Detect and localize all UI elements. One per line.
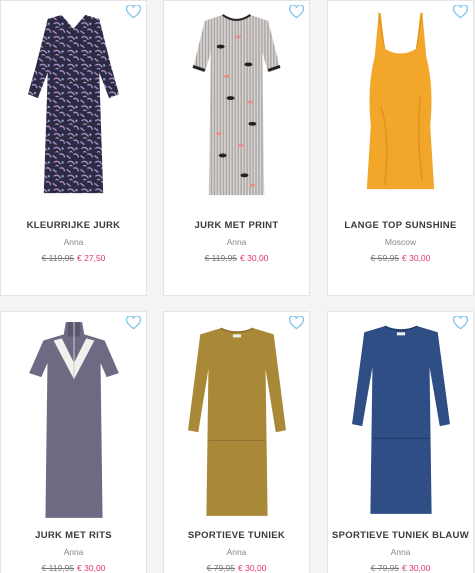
product-brand: Anna xyxy=(226,237,247,247)
product-image[interactable] xyxy=(1,318,146,522)
sale-price: € 27,50 xyxy=(77,253,106,263)
product-image[interactable] xyxy=(1,7,146,205)
old-price: € 79,95 xyxy=(206,563,235,573)
product-card[interactable]: JURK MET PRINT Anna € 119,95 € 30,00 xyxy=(163,0,310,296)
product-name[interactable]: LANGE TOP SUNSHINE xyxy=(328,220,473,231)
product-brand: Anna xyxy=(63,547,84,557)
price-row: € 119,95 € 27,50 xyxy=(1,253,146,263)
product-image[interactable] xyxy=(164,318,309,522)
product-image[interactable] xyxy=(328,318,473,522)
old-price: € 119,95 xyxy=(204,253,238,263)
price-row: € 79,95 € 30,00 xyxy=(164,563,309,573)
product-brand: Anna xyxy=(390,547,411,557)
product-name[interactable]: JURK MET RITS xyxy=(1,530,146,541)
price-row: € 79,95 € 30,00 xyxy=(328,563,473,573)
sale-price: € 30,00 xyxy=(402,253,431,263)
old-price: € 119,95 xyxy=(41,563,75,573)
product-image[interactable] xyxy=(164,7,309,205)
product-image[interactable] xyxy=(328,7,473,205)
product-brand: Anna xyxy=(63,237,84,247)
sale-price: € 30,00 xyxy=(402,563,431,573)
product-brand: Anna xyxy=(226,547,247,557)
old-price: € 79,95 xyxy=(370,563,399,573)
old-price: € 119,95 xyxy=(41,253,75,263)
product-card[interactable]: LANGE TOP SUNSHINE Moscow € 59,95 € 30,00 xyxy=(327,0,474,296)
sale-price: € 30,00 xyxy=(238,563,267,573)
old-price: € 59,95 xyxy=(370,253,399,263)
product-name[interactable]: SPORTIEVE TUNIEK xyxy=(164,530,309,541)
price-row: € 119,95 € 30,00 xyxy=(164,253,309,263)
product-name[interactable]: SPORTIEVE TUNIEK BLAUW xyxy=(328,530,473,541)
product-name[interactable]: JURK MET PRINT xyxy=(164,220,309,231)
sale-price: € 30,00 xyxy=(77,563,106,573)
price-row: € 119,95 € 30,00 xyxy=(1,563,146,573)
product-name[interactable]: KLEURRIJKE JURK xyxy=(1,220,146,231)
product-brand: Moscow xyxy=(384,237,417,247)
product-card[interactable]: SPORTIEVE TUNIEK BLAUW Anna € 79,95 € 30,… xyxy=(327,311,474,573)
product-card[interactable]: SPORTIEVE TUNIEK Anna € 79,95 € 30,00 xyxy=(163,311,310,573)
price-row: € 59,95 € 30,00 xyxy=(328,253,473,263)
sale-price: € 30,00 xyxy=(240,253,269,263)
product-card[interactable]: KLEURRIJKE JURK Anna € 119,95 € 27,50 xyxy=(0,0,147,296)
product-card[interactable]: JURK MET RITS Anna € 119,95 € 30,00 xyxy=(0,311,147,573)
